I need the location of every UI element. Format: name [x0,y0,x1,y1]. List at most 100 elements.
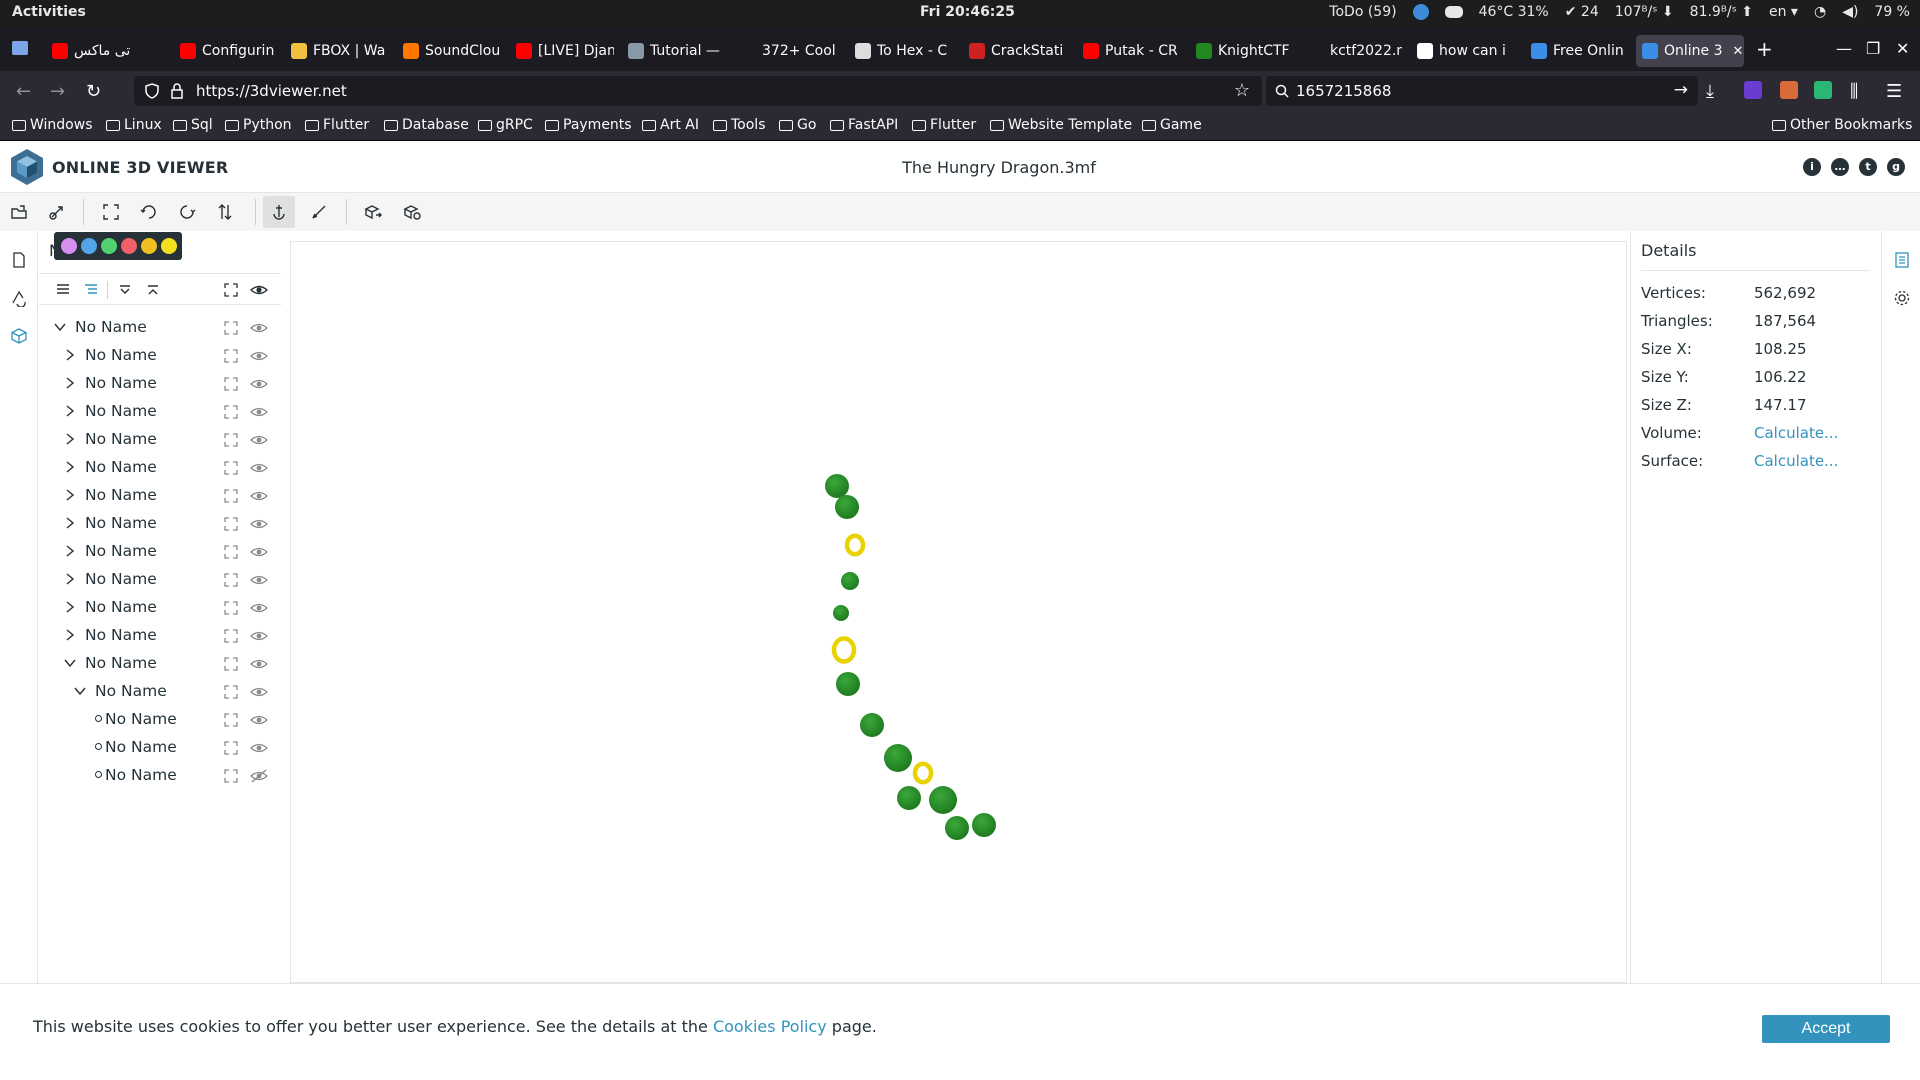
bookmark-folder[interactable]: Art AI [642,117,699,133]
extension-icon[interactable] [1780,81,1798,99]
green-sphere-part[interactable] [945,816,969,840]
chat-icon[interactable]: … [1831,158,1849,176]
eye-icon[interactable] [250,348,268,364]
collapse-all-icon[interactable] [145,283,161,297]
search-input[interactable]: 1657215868 [1296,82,1391,100]
back-icon[interactable]: ← [16,81,31,102]
fit-mesh-icon[interactable] [223,544,239,560]
language-selector[interactable]: en ▾ [1769,4,1798,20]
eye-icon[interactable] [250,572,268,588]
fit-mesh-icon[interactable] [223,768,239,784]
measure-button[interactable] [303,196,335,228]
bookmark-folder[interactable]: Tools [713,117,766,133]
browser-tab[interactable]: SoundClou [397,35,501,67]
firefox-view-icon[interactable] [12,41,28,55]
twitter-icon[interactable]: t [1859,158,1877,176]
fit-mesh-icon[interactable] [223,348,239,364]
tree-row[interactable]: No Name [39,735,281,761]
chevron-right-icon[interactable] [63,516,77,530]
chevron-right-icon[interactable] [63,376,77,390]
discord-icon[interactable] [1444,6,1463,18]
open-file-button[interactable] [3,196,35,228]
bookmark-folder[interactable]: Payments [545,117,632,133]
chevron-down-icon[interactable] [63,656,77,670]
bookmark-folder[interactable]: Go [779,117,816,133]
bookmark-folder[interactable]: gRPC [478,117,533,133]
battery-indicator[interactable]: 79 % [1874,4,1910,20]
tree-row[interactable]: No Name [39,567,281,593]
wifi-icon[interactable]: ◔ [1814,4,1826,20]
green-sphere-part[interactable] [841,572,859,590]
fit-mesh-icon[interactable] [223,684,239,700]
fit-mesh-icon[interactable] [223,404,239,420]
system-clock[interactable]: Fri 20:46:25 [920,4,1015,20]
downloads-icon[interactable]: ⤓ [1706,81,1714,102]
green-sphere-part[interactable] [972,813,996,837]
yellow-ring-part[interactable] [912,761,934,785]
eye-icon[interactable] [250,404,268,420]
tree-row[interactable]: No Name [39,483,281,509]
bookmark-folder[interactable]: Python [225,117,292,133]
tree-row[interactable]: No Name [39,315,281,341]
bookmark-folder[interactable]: Game [1142,117,1202,133]
extension-icon[interactable] [1744,81,1762,99]
tree-row[interactable]: No Name [39,539,281,565]
github-icon[interactable]: g [1887,158,1905,176]
fit-mesh-icon[interactable] [223,628,239,644]
fit-mesh-icon[interactable] [223,572,239,588]
fit-all-icon[interactable] [223,282,239,298]
minimize-window-icon[interactable]: — [1836,39,1852,58]
eye-icon[interactable] [250,432,268,448]
green-sphere-part[interactable] [833,605,849,621]
chevron-right-icon[interactable] [63,572,77,586]
task-count-indicator[interactable]: ✔ 24 [1565,4,1599,20]
eye-icon[interactable] [250,488,268,504]
tree-row[interactable]: No Name [39,651,281,677]
chevron-right-icon[interactable] [63,348,77,362]
bookmark-folder[interactable]: Website Template [990,117,1132,133]
close-window-icon[interactable]: ✕ [1896,39,1909,58]
fit-mesh-icon[interactable] [223,488,239,504]
open-url-button[interactable] [41,196,73,228]
chevron-right-icon[interactable] [63,488,77,502]
fit-mesh-icon[interactable] [223,712,239,728]
bookmark-folder[interactable]: Sql [173,117,213,133]
search-go-icon[interactable]: → [1674,80,1688,100]
fit-mesh-icon[interactable] [223,432,239,448]
calculate-link[interactable]: Calculate... [1754,424,1838,442]
browser-tab[interactable]: Tutorial — [622,35,726,67]
green-sphere-part[interactable] [835,495,859,519]
browser-tab[interactable]: To Hex - C [849,35,953,67]
fit-mesh-icon[interactable] [223,740,239,756]
green-sphere-part[interactable] [860,713,884,737]
new-tab-button[interactable]: + [1756,37,1773,61]
tree-row[interactable]: No Name [39,399,281,425]
fit-to-window-button[interactable] [95,196,127,228]
materials-tab-icon[interactable] [10,289,28,307]
green-sphere-part[interactable] [897,786,921,810]
tree-row[interactable]: No Name [39,595,281,621]
chevron-right-icon[interactable] [63,628,77,642]
files-tab-icon[interactable] [10,251,28,269]
flat-list-icon[interactable] [55,283,71,297]
chevron-right-icon[interactable] [63,544,77,558]
expand-all-icon[interactable] [117,283,133,297]
tree-row[interactable]: No Name [39,763,281,789]
eye-icon[interactable] [250,740,268,756]
browser-tab[interactable]: kctf2022.nste [1302,35,1402,67]
tree-row[interactable]: No Name [39,371,281,397]
green-sphere-part[interactable] [884,744,912,772]
details-tab-icon[interactable] [1893,251,1911,269]
bookmark-folder[interactable]: FastAPI [830,117,898,133]
tree-view-icon[interactable] [83,283,99,297]
green-sphere-part[interactable] [836,672,860,696]
bookmark-folder[interactable]: Windows [12,117,93,133]
chevron-right-icon[interactable] [63,460,77,474]
settings-gear-icon[interactable] [1893,289,1911,307]
browser-tab[interactable]: Configurin [174,35,276,67]
browser-tab[interactable]: تی ماکس [46,35,160,67]
info-icon[interactable]: i [1803,158,1821,176]
export-button[interactable] [357,196,389,228]
calculate-link[interactable]: Calculate... [1754,452,1838,470]
3d-viewport[interactable] [290,241,1627,983]
